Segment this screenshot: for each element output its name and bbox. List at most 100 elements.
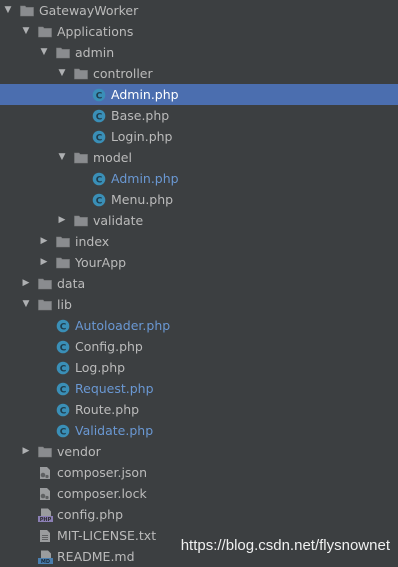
tree-item-label: vendor — [57, 444, 101, 459]
folder-icon — [56, 256, 70, 269]
tree-item-label: Admin.php — [111, 87, 179, 102]
php-class-icon: C — [56, 319, 70, 332]
tree-row[interactable]: C Log.php — [0, 357, 398, 378]
tree-row[interactable]: PHP config.php — [0, 504, 398, 525]
php-class-icon: C — [56, 403, 70, 416]
tree-row[interactable]: ▼ controller — [0, 63, 398, 84]
svg-text:C: C — [60, 322, 67, 332]
folder-icon — [20, 4, 34, 17]
chevron-right-icon[interactable]: ▶ — [38, 252, 50, 273]
php-class-icon: C — [92, 88, 106, 101]
php-class-icon: C — [56, 424, 70, 437]
tree-row[interactable]: C Login.php — [0, 126, 398, 147]
svg-text:C: C — [60, 427, 67, 437]
tree-row[interactable]: ▶ validate — [0, 210, 398, 231]
folder-icon — [38, 25, 52, 38]
tree-row[interactable]: C Config.php — [0, 336, 398, 357]
tree-row[interactable]: ▼ lib — [0, 294, 398, 315]
json-file-icon — [38, 487, 52, 500]
svg-text:C: C — [96, 175, 103, 185]
tree-item-label: lib — [57, 297, 72, 312]
chevron-down-icon[interactable]: ▼ — [2, 0, 14, 21]
svg-text:C: C — [60, 406, 67, 416]
tree-row[interactable]: C Route.php — [0, 399, 398, 420]
chevron-right-icon[interactable]: ▶ — [56, 210, 68, 231]
chevron-down-icon[interactable]: ▼ — [20, 294, 32, 315]
tree-item-label: Admin.php — [111, 171, 179, 186]
folder-icon — [74, 214, 88, 227]
svg-text:MD: MD — [41, 559, 50, 564]
tree-item-label: Route.php — [75, 402, 140, 417]
tree-row[interactable]: composer.json — [0, 462, 398, 483]
tree-item-label: Applications — [57, 24, 134, 39]
chevron-down-icon[interactable]: ▼ — [56, 147, 68, 168]
chevron-down-icon[interactable]: ▼ — [56, 63, 68, 84]
php-class-icon: C — [56, 340, 70, 353]
tree-item-label: Menu.php — [111, 192, 174, 207]
folder-icon — [38, 445, 52, 458]
project-tree: ▼ GatewayWorker ▼ Applications ▼ admin ▼ contro… — [0, 0, 398, 567]
tree-row[interactable]: C Autoloader.php — [0, 315, 398, 336]
chevron-right-icon[interactable]: ▶ — [38, 231, 50, 252]
markdown-file-icon: MD — [38, 550, 53, 564]
svg-text:C: C — [96, 91, 103, 101]
text-file-icon — [38, 529, 52, 542]
tree-row[interactable]: C Base.php — [0, 105, 398, 126]
tree-row[interactable]: ▼ admin — [0, 42, 398, 63]
chevron-right-icon[interactable]: ▶ — [20, 441, 32, 462]
tree-item-label: validate — [93, 213, 144, 228]
tree-item-label: controller — [93, 66, 153, 81]
tree-row[interactable]: composer.lock — [0, 483, 398, 504]
folder-icon — [38, 277, 52, 290]
svg-text:C: C — [60, 364, 67, 374]
tree-row[interactable]: ▶ YourApp — [0, 252, 398, 273]
tree-item-label: Autoloader.php — [75, 318, 171, 333]
tree-row[interactable]: C Admin.php — [0, 168, 398, 189]
tree-item-label: Login.php — [111, 129, 173, 144]
tree-row[interactable]: ▼ Applications — [0, 21, 398, 42]
tree-item-label: config.php — [57, 507, 124, 522]
php-class-icon: C — [92, 109, 106, 122]
tree-item-label: admin — [75, 45, 115, 60]
php-file-icon: PHP — [38, 508, 53, 522]
tree-row[interactable]: C Menu.php — [0, 189, 398, 210]
tree-item-label: Request.php — [75, 381, 154, 396]
tree-item-label: data — [57, 276, 86, 291]
tree-row[interactable]: ▼ GatewayWorker — [0, 0, 398, 21]
php-class-icon: C — [56, 361, 70, 374]
folder-icon — [74, 67, 88, 80]
chevron-down-icon[interactable]: ▼ — [20, 21, 32, 42]
php-class-icon: C — [92, 193, 106, 206]
tree-item-label: model — [93, 150, 132, 165]
tree-item-label: index — [75, 234, 110, 249]
tree-item-label: composer.lock — [57, 486, 147, 501]
php-class-icon: C — [92, 172, 106, 185]
folder-icon — [56, 46, 70, 59]
svg-text:C: C — [96, 196, 103, 206]
tree-row[interactable]: ▶ vendor — [0, 441, 398, 462]
tree-row[interactable]: ▶ index — [0, 231, 398, 252]
chevron-right-icon[interactable]: ▶ — [20, 273, 32, 294]
tree-row[interactable]: C Admin.php — [0, 84, 398, 105]
svg-text:C: C — [96, 112, 103, 122]
tree-item-label: Base.php — [111, 108, 170, 123]
tree-item-label: YourApp — [75, 255, 127, 270]
folder-icon — [56, 235, 70, 248]
tree-item-label: Validate.php — [75, 423, 154, 438]
tree-item-label: MIT-LICENSE.txt — [57, 528, 157, 543]
tree-row[interactable]: ▶ data — [0, 273, 398, 294]
php-class-icon: C — [56, 382, 70, 395]
tree-row[interactable]: C Validate.php — [0, 420, 398, 441]
folder-icon — [74, 151, 88, 164]
tree-row[interactable]: C Request.php — [0, 378, 398, 399]
tree-item-label: Log.php — [75, 360, 126, 375]
chevron-down-icon[interactable]: ▼ — [38, 42, 50, 63]
folder-icon — [38, 298, 52, 311]
tree-row[interactable]: ▼ model — [0, 147, 398, 168]
tree-item-label: composer.json — [57, 465, 148, 480]
tree-item-label: GatewayWorker — [39, 3, 139, 18]
svg-text:C: C — [60, 385, 67, 395]
watermark: https://blog.csdn.net/flysnownet — [180, 537, 390, 554]
svg-text:C: C — [96, 133, 103, 143]
tree-item-label: Config.php — [75, 339, 143, 354]
